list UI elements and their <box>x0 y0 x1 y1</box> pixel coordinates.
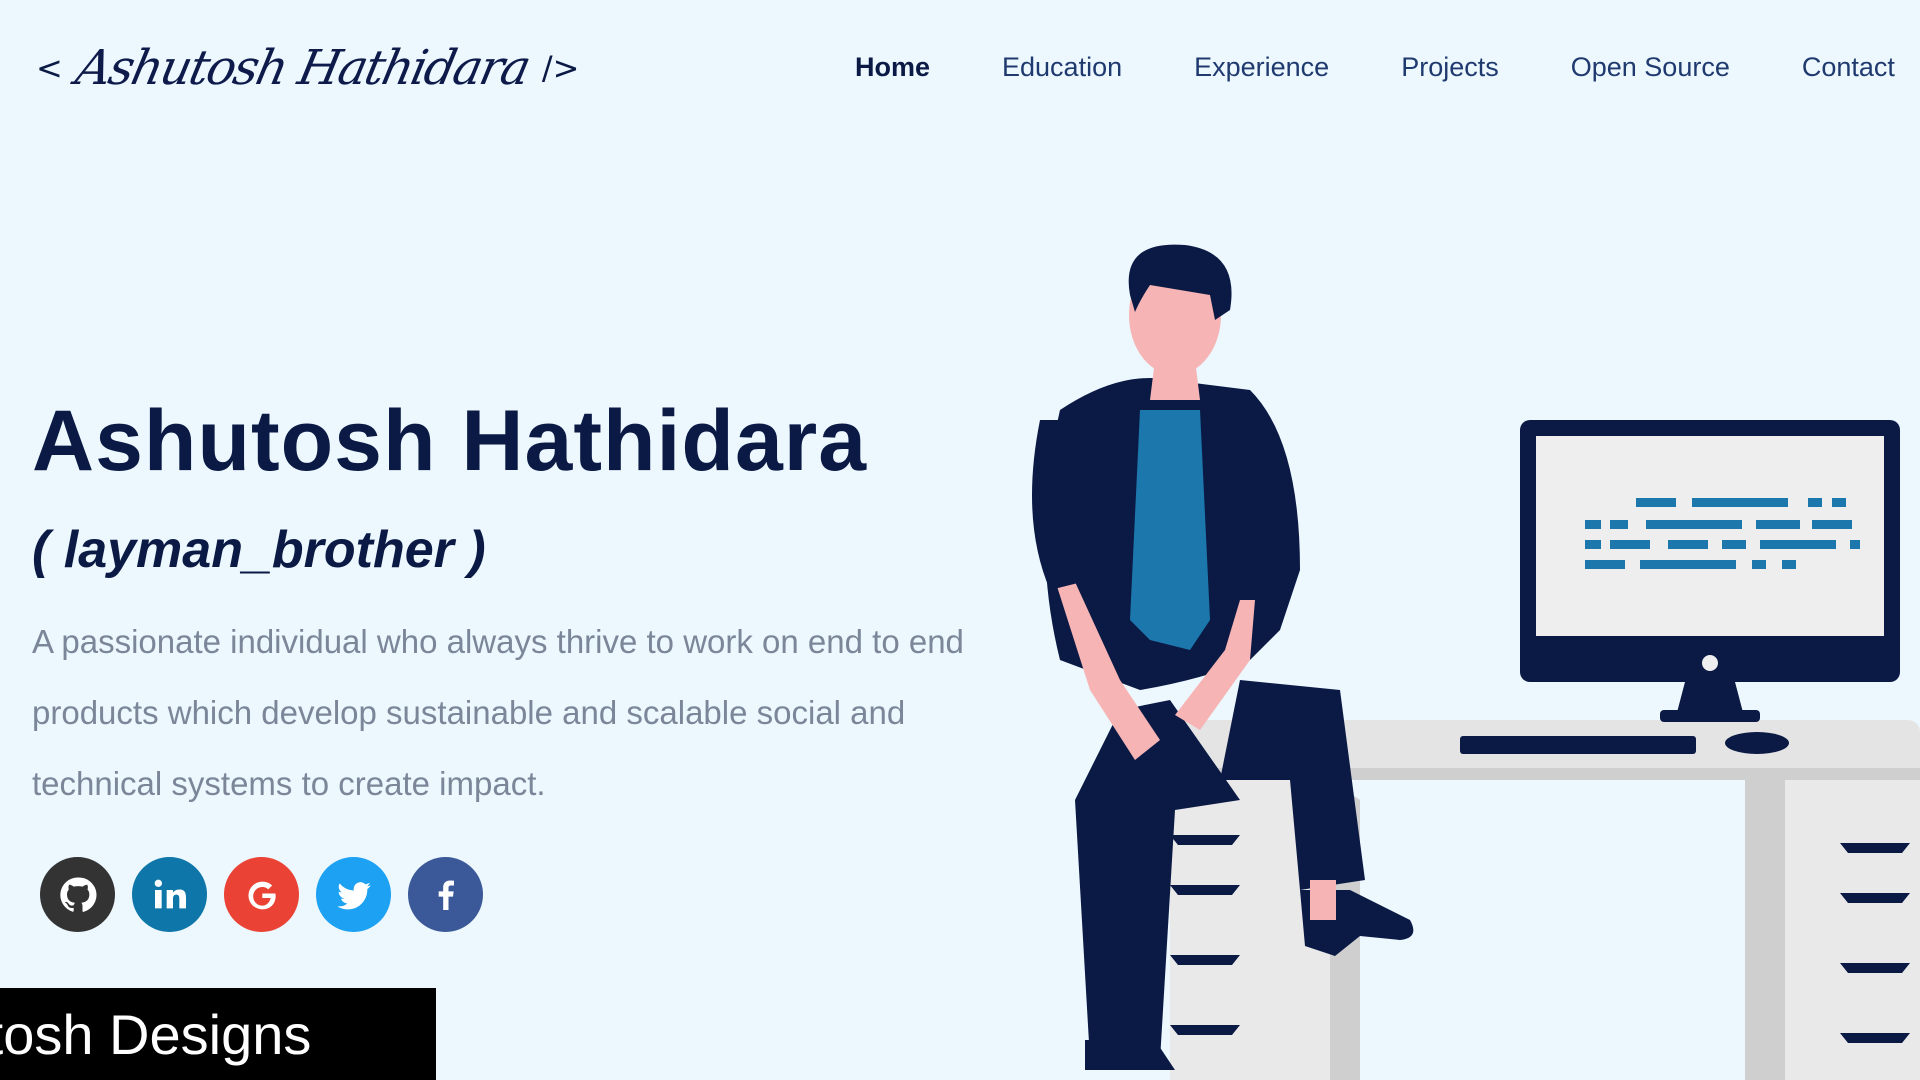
nav-open-source[interactable]: Open Source <box>1571 52 1730 83</box>
google-icon <box>248 881 276 909</box>
google-button[interactable] <box>224 857 299 932</box>
mouse <box>1725 732 1789 754</box>
hero-bio: A passionate individual who always thriv… <box>32 623 964 802</box>
brand-banner: Ashutosh Designs <box>0 988 436 1080</box>
nav-experience[interactable]: Experience <box>1194 52 1329 83</box>
nav-education[interactable]: Education <box>1002 52 1122 83</box>
linkedin-icon <box>154 879 186 908</box>
social-links <box>40 857 483 932</box>
facebook-button[interactable] <box>408 857 483 932</box>
nav-home[interactable]: Home <box>855 52 930 83</box>
brand-banner-text: Ashutosh Designs <box>0 1002 312 1066</box>
hero-name: Ashutosh Hathidara <box>32 393 868 489</box>
logo-close-bracket: /> <box>541 49 580 87</box>
keyboard <box>1460 736 1696 754</box>
facebook-icon <box>438 880 454 910</box>
nav-projects[interactable]: Projects <box>1401 52 1499 83</box>
linkedin-button[interactable] <box>132 857 207 932</box>
twitter-button[interactable] <box>316 857 391 932</box>
hero-alias: ( layman_brother ) <box>32 521 486 579</box>
logo-open-bracket: < <box>36 49 63 87</box>
hero-illustration <box>1032 244 1920 1080</box>
github-button[interactable] <box>40 857 115 932</box>
main-nav: Home Education Experience Projects Open … <box>855 52 1920 83</box>
monitor <box>1520 420 1900 722</box>
site-logo[interactable]: < Ashutosh Hathidara /> <box>36 38 579 98</box>
github-icon <box>59 876 96 912</box>
twitter-icon <box>336 881 371 909</box>
logo-signature: Ashutosh Hathidara <box>70 40 534 96</box>
nav-contact[interactable]: Contact <box>1802 52 1895 83</box>
